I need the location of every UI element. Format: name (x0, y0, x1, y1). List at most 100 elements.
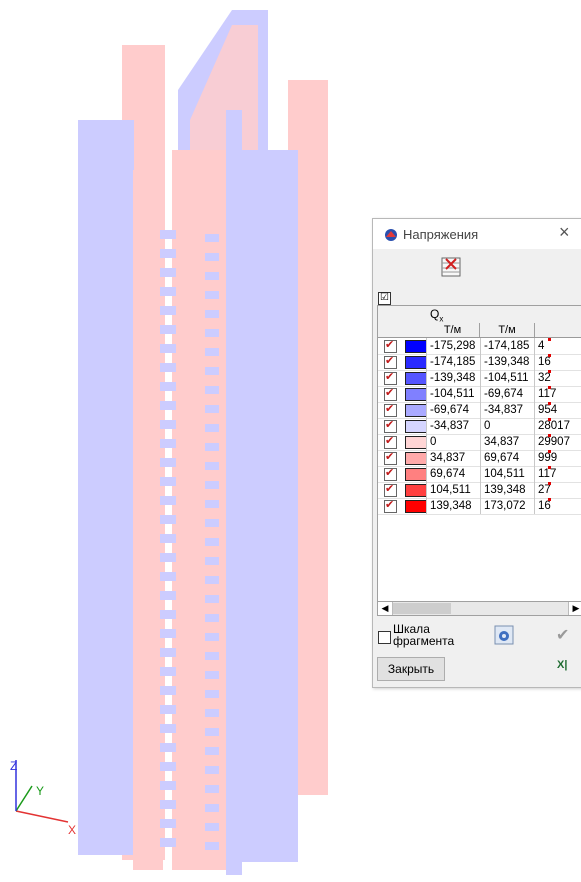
checkmark-icon[interactable]: ✔ (556, 625, 569, 645)
range-to-cell: 139,348 (480, 482, 534, 498)
core-opening-right (205, 443, 219, 451)
core-opening-left (160, 686, 176, 695)
row-visibility-checkbox[interactable] (384, 482, 397, 497)
color-swatch[interactable] (405, 372, 427, 385)
core-opening-right (205, 614, 219, 622)
row-visibility-checkbox[interactable] (384, 466, 397, 481)
row-visibility-checkbox[interactable] (384, 402, 397, 417)
right-lavender-wall (240, 150, 298, 862)
color-swatch[interactable] (405, 404, 427, 417)
settings-icon[interactable] (494, 625, 514, 645)
table-row[interactable]: 104,511139,34827 (378, 482, 581, 499)
row-visibility-checkbox[interactable] (384, 418, 397, 433)
excel-export-icon[interactable]: X| (557, 659, 567, 671)
core-opening-right (205, 272, 219, 280)
range-to-cell: -104,511 (480, 370, 534, 386)
core-opening-right (205, 462, 219, 470)
count-cell: 954 (534, 402, 574, 418)
table-group-header: Qx (378, 306, 581, 324)
core-opening-right (205, 557, 219, 565)
core-opening-left (160, 819, 176, 828)
count-cell: 16 (534, 498, 574, 514)
row-marker (548, 386, 551, 389)
row-visibility-checkbox[interactable] (384, 354, 397, 369)
table-row[interactable]: 139,348173,07216 (378, 498, 581, 515)
core-opening-left (160, 477, 176, 486)
range-to-cell: -174,185 (480, 338, 534, 354)
count-cell: 27 (534, 482, 574, 498)
count-cell: 29907 (534, 434, 574, 450)
table-row[interactable]: -174,185-139,34816 (378, 354, 581, 371)
core-opening-left (160, 458, 176, 467)
row-marker (548, 466, 551, 469)
table-row[interactable]: 34,83769,674999 (378, 450, 581, 467)
core-opening-left (160, 629, 176, 638)
core-opening-right (205, 785, 219, 793)
core-opening-right (205, 329, 219, 337)
core-opening-right (205, 823, 219, 831)
color-swatch[interactable] (405, 484, 427, 497)
row-visibility-checkbox[interactable] (384, 434, 397, 449)
row-visibility-checkbox[interactable] (384, 386, 397, 401)
table-icon[interactable] (439, 255, 465, 281)
count-cell: 117 (534, 386, 574, 402)
color-swatch[interactable] (405, 500, 427, 513)
table-row[interactable]: -104,511-69,674117 (378, 386, 581, 403)
core-opening-right (205, 424, 219, 432)
select-all-checkbox[interactable]: ☑ (378, 292, 391, 305)
table-row[interactable]: -34,837028017 (378, 418, 581, 435)
axis-z-label: Z (10, 759, 17, 773)
row-visibility-checkbox[interactable] (384, 498, 397, 513)
horizontal-scrollbar[interactable]: ◀ ▶ (377, 601, 581, 616)
core-opening-left (160, 534, 176, 543)
row-marker (548, 450, 551, 453)
range-to-cell: 104,511 (480, 466, 534, 482)
table-row[interactable]: -139,348-104,51132 (378, 370, 581, 387)
scroll-thumb[interactable] (393, 603, 451, 614)
fragment-scale-checkbox[interactable] (378, 631, 391, 644)
color-swatch[interactable] (405, 388, 427, 401)
row-visibility-checkbox[interactable] (384, 338, 397, 353)
table-row[interactable]: -175,298-174,1854 (378, 338, 581, 355)
core-opening-left (160, 591, 176, 600)
table-row[interactable]: -69,674-34,837954 (378, 402, 581, 419)
core-opening-left (160, 439, 176, 448)
range-from-cell: -34,837 (426, 418, 480, 434)
left-pink-column (133, 170, 163, 870)
core-opening-right (205, 253, 219, 261)
axes-indicator: X Y Z (10, 759, 76, 837)
core-opening-right (205, 709, 219, 717)
color-swatch[interactable] (405, 420, 427, 433)
range-from-cell: 34,837 (426, 450, 480, 466)
color-swatch[interactable] (405, 436, 427, 449)
row-visibility-checkbox[interactable] (384, 450, 397, 465)
core-opening-left (160, 800, 176, 809)
core-opening-right (205, 519, 219, 527)
range-from-cell: 139,348 (426, 498, 480, 514)
core-opening-right (205, 500, 219, 508)
table-row[interactable]: 69,674104,511117 (378, 466, 581, 483)
core-opening-left (160, 306, 176, 315)
scroll-left-icon[interactable]: ◀ (378, 602, 393, 615)
close-icon[interactable]: × (559, 222, 570, 243)
dialog-titlebar[interactable]: Напряжения × (373, 219, 581, 249)
row-marker (548, 402, 551, 405)
row-marker (548, 338, 551, 341)
scroll-right-icon[interactable]: ▶ (568, 602, 581, 615)
core-opening-left (160, 705, 176, 714)
core-opening-left (160, 515, 176, 524)
app-icon (385, 229, 397, 241)
color-swatch[interactable] (405, 468, 427, 481)
color-swatch[interactable] (405, 452, 427, 465)
range-from-cell: -104,511 (426, 386, 480, 402)
color-swatch[interactable] (405, 340, 427, 353)
table-row[interactable]: 034,83729907 (378, 434, 581, 451)
core-opening-left (160, 496, 176, 505)
core-opening-left (160, 287, 176, 296)
color-swatch[interactable] (405, 356, 427, 369)
core-opening-right (205, 405, 219, 413)
row-visibility-checkbox[interactable] (384, 370, 397, 385)
core-opening-right (205, 728, 219, 736)
close-button[interactable]: Закрыть (377, 657, 445, 681)
core-body (172, 150, 230, 870)
